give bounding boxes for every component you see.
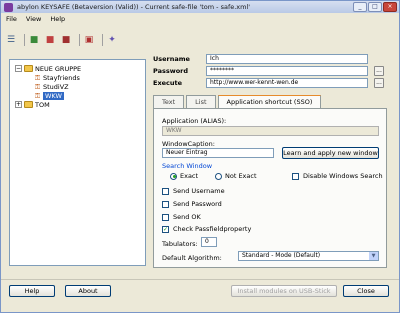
default-algorithm-select[interactable]: Standard - Mode (Default) ▼ (238, 251, 379, 261)
maximize-button[interactable]: □ (368, 2, 382, 12)
key-entry-icon: ⚿ (34, 82, 41, 91)
send-password-checkbox[interactable]: Send Password (162, 200, 222, 208)
tree-item-label: Stayfriends (43, 73, 80, 82)
radio-not-exact-label: Not Exact (225, 172, 257, 180)
username-label: Username (153, 55, 190, 63)
checkbox-label: Check Passfieldproperty (173, 225, 252, 233)
execute-field[interactable]: http://www.wer-kennt-wen.de (206, 78, 368, 88)
folder-icon (24, 65, 33, 72)
folder-icon (24, 101, 33, 108)
send-ok-checkbox[interactable]: Send OK (162, 213, 201, 221)
menu-file[interactable]: File (6, 15, 17, 23)
tab-bar: Text List Application shortcut (SSO) (153, 95, 323, 108)
radio-exact-label: Exact (180, 172, 199, 180)
default-algorithm-value: Standard - Mode (Default) (242, 252, 321, 259)
close-button[interactable]: Close (343, 285, 389, 297)
delete-entry-icon[interactable]: ■ (60, 34, 72, 46)
tab-list[interactable]: List (186, 95, 216, 108)
new-entry-icon[interactable]: ■ (44, 34, 56, 46)
tree-item-wkw[interactable]: ⚿ WKW (34, 91, 64, 100)
tabulators-label: Tabulators: (162, 240, 198, 248)
radio-not-exact[interactable]: Not Exact (215, 172, 257, 180)
search-window-label: Search Window (162, 162, 213, 170)
menu-help[interactable]: Help (50, 15, 65, 23)
chevron-down-icon: ▼ (369, 252, 378, 260)
radio-unselected-icon (215, 172, 222, 180)
toolbar-separator (79, 34, 80, 46)
new-group-icon[interactable]: ■ (28, 34, 40, 46)
magic-wand-icon[interactable]: ✦ (106, 34, 118, 46)
toolbar-separator (24, 34, 25, 46)
minimize-button[interactable]: _ (353, 2, 367, 12)
disable-windows-search-checkbox[interactable]: Disable Windows Search (292, 172, 383, 180)
window-title: abylon KEYSAFE (Betaversion (Valid)) - C… (17, 3, 251, 11)
tab-application-shortcut[interactable]: Application shortcut (SSO) (217, 95, 322, 108)
window-caption-label: WindowCaption: (162, 140, 215, 148)
app-logo-icon (4, 2, 13, 12)
tree-group-label: TOM (35, 100, 50, 109)
menu-bar: File View Help (1, 14, 399, 24)
radio-selected-icon (170, 172, 177, 180)
tree-item-studivz[interactable]: ⚿ StudiVZ (34, 82, 69, 91)
learn-apply-window-button[interactable]: Learn and apply new window (282, 147, 379, 159)
tree-item-label: WKW (43, 91, 64, 100)
expand-icon[interactable]: + (15, 101, 22, 108)
footer-divider (1, 279, 399, 280)
collapse-icon[interactable]: − (15, 65, 22, 72)
checkbox-label: Disable Windows Search (303, 172, 383, 180)
radio-exact[interactable]: Exact (170, 172, 198, 180)
tab-text[interactable]: Text (153, 95, 185, 108)
toolbar-separator (102, 34, 103, 46)
tabulators-field[interactable]: 0 (201, 237, 217, 247)
password-label: Password (153, 67, 189, 75)
checkbox-icon (162, 187, 169, 195)
tree-group-label: NEUE GRUPPE (35, 64, 82, 73)
tree-group-neue-gruppe[interactable]: − NEUE GRUPPE (15, 64, 81, 73)
title-bar: abylon KEYSAFE (Betaversion (Valid)) - C… (1, 1, 399, 13)
default-algorithm-label: Default Algorithm: (162, 254, 222, 262)
tree-view-icon[interactable]: ☰ (5, 34, 17, 46)
checkbox-label: Send Password (173, 200, 222, 208)
password-options-button[interactable]: ... (374, 66, 384, 76)
app-window: abylon KEYSAFE (Betaversion (Valid)) - C… (0, 0, 400, 313)
tree-item-stayfriends[interactable]: ⚿ Stayfriends (34, 73, 80, 82)
key-entry-icon: ⚿ (34, 73, 41, 82)
app-alias-field: WKW (162, 126, 379, 136)
send-username-checkbox[interactable]: Send Username (162, 187, 225, 195)
browse-execute-button[interactable]: ... (374, 78, 384, 88)
toolbar: ☰ ■ ■ ■ ▣ ✦ (5, 33, 122, 47)
tree-group-tom[interactable]: + TOM (15, 100, 50, 109)
checkbox-icon (292, 172, 299, 180)
checkbox-label: Send OK (173, 213, 201, 221)
sso-panel: Application (ALIAS): WKW WindowCaption: … (153, 108, 387, 268)
key-entry-icon: ⚿ (34, 91, 41, 100)
help-button[interactable]: Help (9, 285, 55, 297)
checkbox-icon (162, 213, 169, 221)
menu-view[interactable]: View (26, 15, 41, 23)
checkbox-label: Send Username (173, 187, 225, 195)
execute-label: Execute (153, 79, 183, 87)
install-usb-button: Install modules on USB-Stick (231, 285, 337, 297)
about-button[interactable]: About (65, 285, 111, 297)
tree-item-label: StudiVZ (43, 82, 69, 91)
window-caption-field[interactable]: Neuer Eintrag (162, 148, 274, 158)
checkmark-icon: ✓ (162, 225, 169, 233)
username-field[interactable]: Ich (206, 54, 368, 64)
app-alias-label: Application (ALIAS): (162, 117, 227, 125)
checkbox-icon (162, 200, 169, 208)
close-window-button[interactable]: × (383, 2, 397, 12)
safe-tree[interactable]: − NEUE GRUPPE ⚿ Stayfriends ⚿ StudiVZ ⚿ … (9, 59, 146, 266)
check-passfield-checkbox[interactable]: ✓ Check Passfieldproperty (162, 225, 251, 233)
print-icon[interactable]: ▣ (83, 34, 95, 46)
password-field[interactable]: ******** (206, 66, 368, 76)
